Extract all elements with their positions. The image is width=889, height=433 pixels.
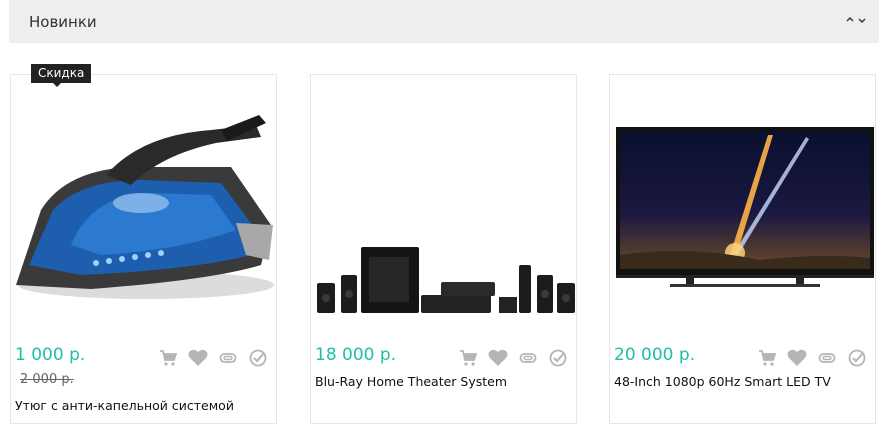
check-circle-icon[interactable] (548, 348, 568, 368)
product-actions (757, 348, 867, 368)
product-price: 1 000 р. (15, 345, 86, 365)
product-name[interactable]: 48-Inch 1080p 60Hz Smart LED TV (614, 374, 831, 389)
cart-icon[interactable] (158, 348, 178, 368)
paperclip-icon[interactable] (518, 348, 538, 368)
product-price: 18 000 р. (315, 345, 397, 365)
product-card-led-tv[interactable]: 20 000 р. 48-Inch 1080p 60Hz Smart LED T… (609, 74, 876, 424)
check-circle-icon[interactable] (847, 348, 867, 368)
cart-icon[interactable] (458, 348, 478, 368)
steam-iron-image[interactable] (11, 75, 278, 335)
paperclip-icon[interactable] (218, 348, 238, 368)
heart-icon[interactable] (787, 348, 807, 368)
carousel-arrows (845, 15, 867, 28)
product-actions (158, 348, 268, 368)
product-price: 20 000 р. (614, 345, 696, 365)
home-theater-image[interactable] (311, 75, 578, 335)
chevron-up-icon[interactable] (845, 15, 855, 28)
section-title: Новинки (29, 12, 97, 31)
chevron-down-icon[interactable] (857, 15, 867, 28)
section-header: Новинки (9, 0, 879, 43)
paperclip-icon[interactable] (817, 348, 837, 368)
led-tv-image[interactable] (610, 75, 877, 335)
cart-icon[interactable] (757, 348, 777, 368)
old-price: 2 000 р. (20, 372, 74, 387)
heart-icon[interactable] (188, 348, 208, 368)
heart-icon[interactable] (488, 348, 508, 368)
product-card-iron[interactable]: 1 000 р. 2 000 р. Утюг с анти-капельной … (10, 74, 277, 424)
product-actions (458, 348, 568, 368)
product-card-home-theater[interactable]: 18 000 р. Blu-Ray Home Theater System (310, 74, 577, 424)
product-name[interactable]: Утюг с анти-капельной системой (15, 398, 234, 413)
check-circle-icon[interactable] (248, 348, 268, 368)
discount-badge: Скидка (31, 64, 92, 87)
product-name[interactable]: Blu-Ray Home Theater System (315, 374, 507, 389)
